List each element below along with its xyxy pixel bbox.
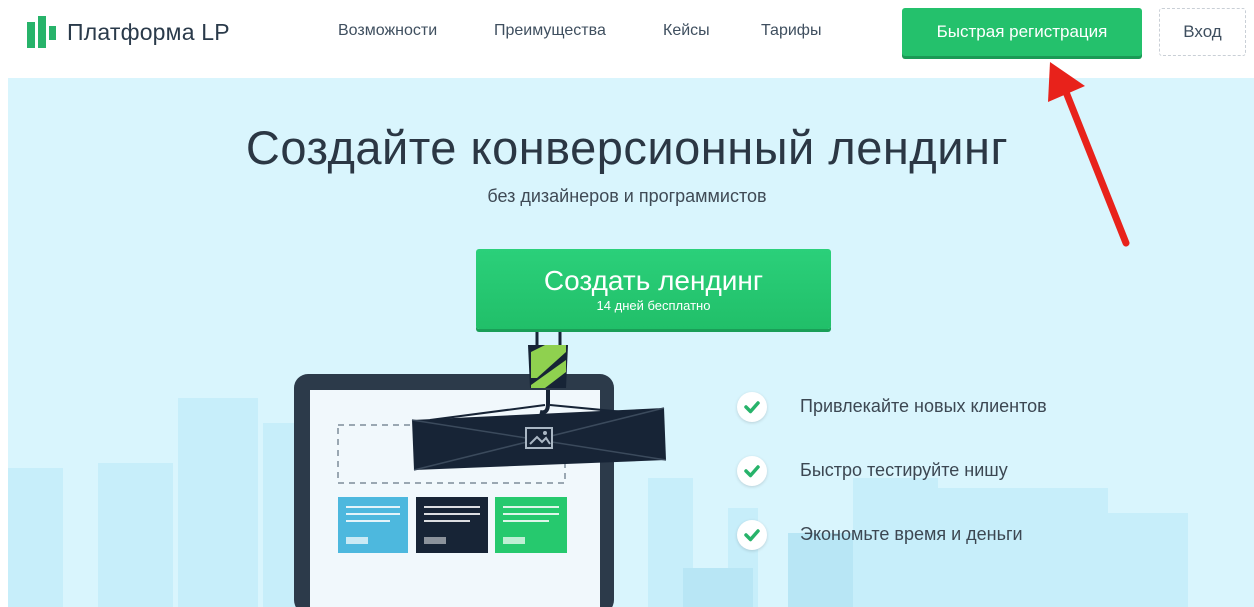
check-icon [737, 392, 767, 422]
list-item: Быстро тестируйте нишу [737, 452, 1197, 492]
red-arrow-icon [1048, 62, 1130, 247]
feature-text: Экономьте время и деньги [800, 524, 1023, 544]
image-icon [525, 427, 553, 449]
feature-text: Привлекайте новых клиентов [800, 396, 1047, 416]
check-icon [737, 456, 767, 486]
list-item: Экономьте время и деньги [737, 516, 1197, 556]
list-item: Привлекайте новых клиентов [737, 388, 1197, 428]
cta-label: Создать лендинг [543, 265, 764, 296]
check-icon [737, 520, 767, 550]
cta-note: 14 дней бесплатно [596, 298, 711, 313]
feature-text: Быстро тестируйте нишу [800, 460, 1008, 480]
create-landing-button[interactable]: Создать лендинг 14 дней бесплатно [476, 249, 831, 329]
